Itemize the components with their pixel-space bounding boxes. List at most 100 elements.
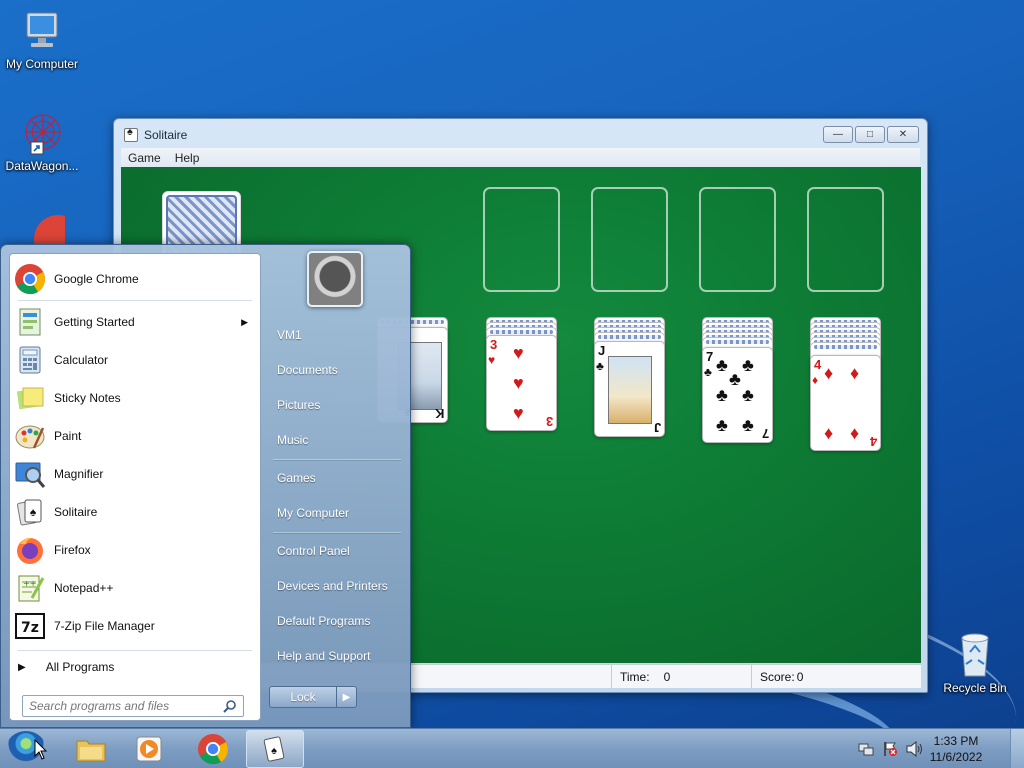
network-icon[interactable] — [858, 741, 874, 757]
divider — [273, 459, 401, 460]
heart-icon: ♥ — [488, 353, 496, 367]
foundation-slot[interactable] — [483, 187, 560, 292]
menu-help[interactable]: Help — [175, 151, 200, 165]
program-google-chrome[interactable]: Google Chrome — [10, 261, 260, 297]
program-label: 7-Zip File Manager — [54, 619, 155, 633]
taskbar-chrome[interactable] — [184, 730, 242, 768]
diamond-icon: ♦ — [850, 423, 860, 443]
desktop-icon-my-computer[interactable]: My Computer — [0, 10, 84, 71]
chrome-icon — [15, 264, 45, 295]
minimize-button[interactable]: — — [823, 126, 853, 143]
chrome-icon — [198, 734, 228, 765]
solitaire-icon — [124, 126, 138, 142]
playing-card[interactable]: J ♣ J — [594, 341, 665, 437]
svg-text:7z: 7z — [21, 620, 39, 636]
desktop-icon-datawagon[interactable]: DataWagon... — [0, 112, 84, 173]
diamond-icon: ♦ — [824, 423, 834, 443]
program-7zip[interactable]: 7z 7-Zip File Manager — [10, 608, 260, 644]
taskbar-solitaire[interactable]: ♠ — [246, 730, 304, 768]
link-control-panel[interactable]: Control Panel — [277, 542, 350, 560]
card-rank: 4 — [814, 357, 822, 372]
window-titlebar[interactable]: Solitaire — [124, 126, 187, 144]
program-calculator[interactable]: Calculator — [10, 342, 260, 378]
link-my-computer[interactable]: My Computer — [277, 504, 349, 522]
link-pictures[interactable]: Pictures — [277, 396, 320, 414]
foundation-slot[interactable] — [807, 187, 884, 292]
lock-button[interactable]: Lock — [269, 686, 337, 708]
program-label: Sticky Notes — [54, 391, 121, 405]
program-sticky-notes[interactable]: Sticky Notes — [10, 380, 260, 416]
sticky-notes-icon — [16, 387, 44, 410]
start-menu-programs: Google Chrome Getting Started ▶ Calculat… — [9, 253, 261, 721]
diamond-icon: ♦ — [850, 363, 860, 383]
explorer-icon — [76, 740, 106, 762]
link-devices-printers[interactable]: Devices and Printers — [277, 577, 388, 595]
paint-icon — [15, 425, 45, 449]
program-firefox[interactable]: Firefox — [10, 532, 260, 568]
window-controls: — □ ✕ — [823, 126, 919, 143]
user-avatar[interactable] — [307, 251, 363, 307]
card-rank: 4 — [869, 434, 877, 449]
mouse-cursor-icon — [34, 739, 48, 760]
score-display: Score: 0 — [751, 665, 921, 689]
program-label: Magnifier — [54, 467, 104, 481]
program-notepadpp[interactable]: ++ Notepad++ — [10, 570, 260, 606]
heart-icon: ♥ — [513, 343, 524, 363]
program-magnifier[interactable]: Magnifier — [10, 456, 260, 492]
search-input[interactable]: Search programs and files — [22, 695, 244, 717]
volume-icon[interactable] — [906, 741, 924, 757]
link-music[interactable]: Music — [277, 431, 308, 449]
club-icon: ♣ — [729, 369, 741, 389]
program-label: Notepad++ — [54, 581, 114, 595]
start-menu-links: VM1 Documents Pictures Music Games My Co… — [263, 245, 411, 729]
svg-text:♠: ♠ — [30, 505, 37, 519]
taskbar-explorer[interactable] — [62, 730, 120, 768]
7zip-icon: 7z — [15, 613, 45, 639]
club-icon: ♣ — [742, 415, 754, 435]
diamond-icon: ♦ — [812, 373, 819, 387]
link-help-support[interactable]: Help and Support — [277, 647, 370, 665]
desktop-icon-recycle-bin[interactable]: Recycle Bin — [933, 630, 1017, 695]
card-rank: 7 — [761, 426, 769, 441]
media-player-icon — [136, 736, 162, 762]
playing-card[interactable]: 7 ♣ ♣ ♣ ♣ ♣ ♣ ♣ ♣ 7 — [702, 347, 773, 443]
foundation-slot[interactable] — [591, 187, 668, 292]
time-display: Time: 0 — [611, 665, 761, 689]
all-programs-label: All Programs — [45, 660, 115, 674]
program-label: Firefox — [54, 543, 91, 557]
system-clock[interactable]: 1:33 PM 11/6/2022 — [928, 733, 984, 765]
desktop-icon-label: Recycle Bin — [943, 681, 1007, 695]
heart-icon: ♥ — [513, 403, 524, 423]
power-options-button[interactable]: ▶ — [337, 686, 357, 708]
desktop-icon-chrome[interactable] — [0, 214, 84, 247]
playing-card[interactable]: 3 ♥ ♥ ♥ ♥ 3 — [486, 335, 557, 431]
program-label: Calculator — [54, 353, 109, 367]
link-user-folder[interactable]: VM1 — [277, 326, 302, 344]
playing-card[interactable]: 4 ♦ ♦ ♦ ♦ ♦ 4 — [810, 355, 881, 451]
desktop-icon-label: My Computer — [5, 57, 79, 71]
all-programs-button[interactable]: ▶ All Programs — [18, 654, 254, 680]
program-solitaire[interactable]: ♠ Solitaire — [10, 494, 260, 530]
action-center-flag-icon[interactable] — [882, 741, 898, 757]
menu-game[interactable]: Game — [128, 151, 161, 165]
program-getting-started[interactable]: Getting Started ▶ — [10, 304, 260, 340]
divider — [18, 650, 252, 651]
show-desktop-button[interactable] — [1010, 729, 1024, 768]
solitaire-icon: ♠ — [263, 736, 285, 762]
link-default-programs[interactable]: Default Programs — [277, 612, 370, 630]
close-button[interactable]: ✕ — [887, 126, 919, 143]
getting-started-icon — [19, 308, 41, 336]
program-label: Getting Started — [54, 315, 135, 329]
taskbar-media-player[interactable] — [120, 730, 178, 768]
submenu-arrow-icon: ▶ — [241, 316, 248, 327]
svg-text:♠: ♠ — [271, 745, 277, 757]
club-icon: ♣ — [716, 355, 728, 375]
search-icon[interactable] — [223, 699, 237, 713]
link-games[interactable]: Games — [277, 469, 316, 487]
restore-button[interactable]: □ — [855, 126, 885, 143]
link-documents[interactable]: Documents — [277, 361, 338, 379]
foundation-slot[interactable] — [699, 187, 776, 292]
program-paint[interactable]: Paint — [10, 418, 260, 454]
system-tray — [858, 729, 924, 768]
card-illustration — [608, 356, 652, 424]
